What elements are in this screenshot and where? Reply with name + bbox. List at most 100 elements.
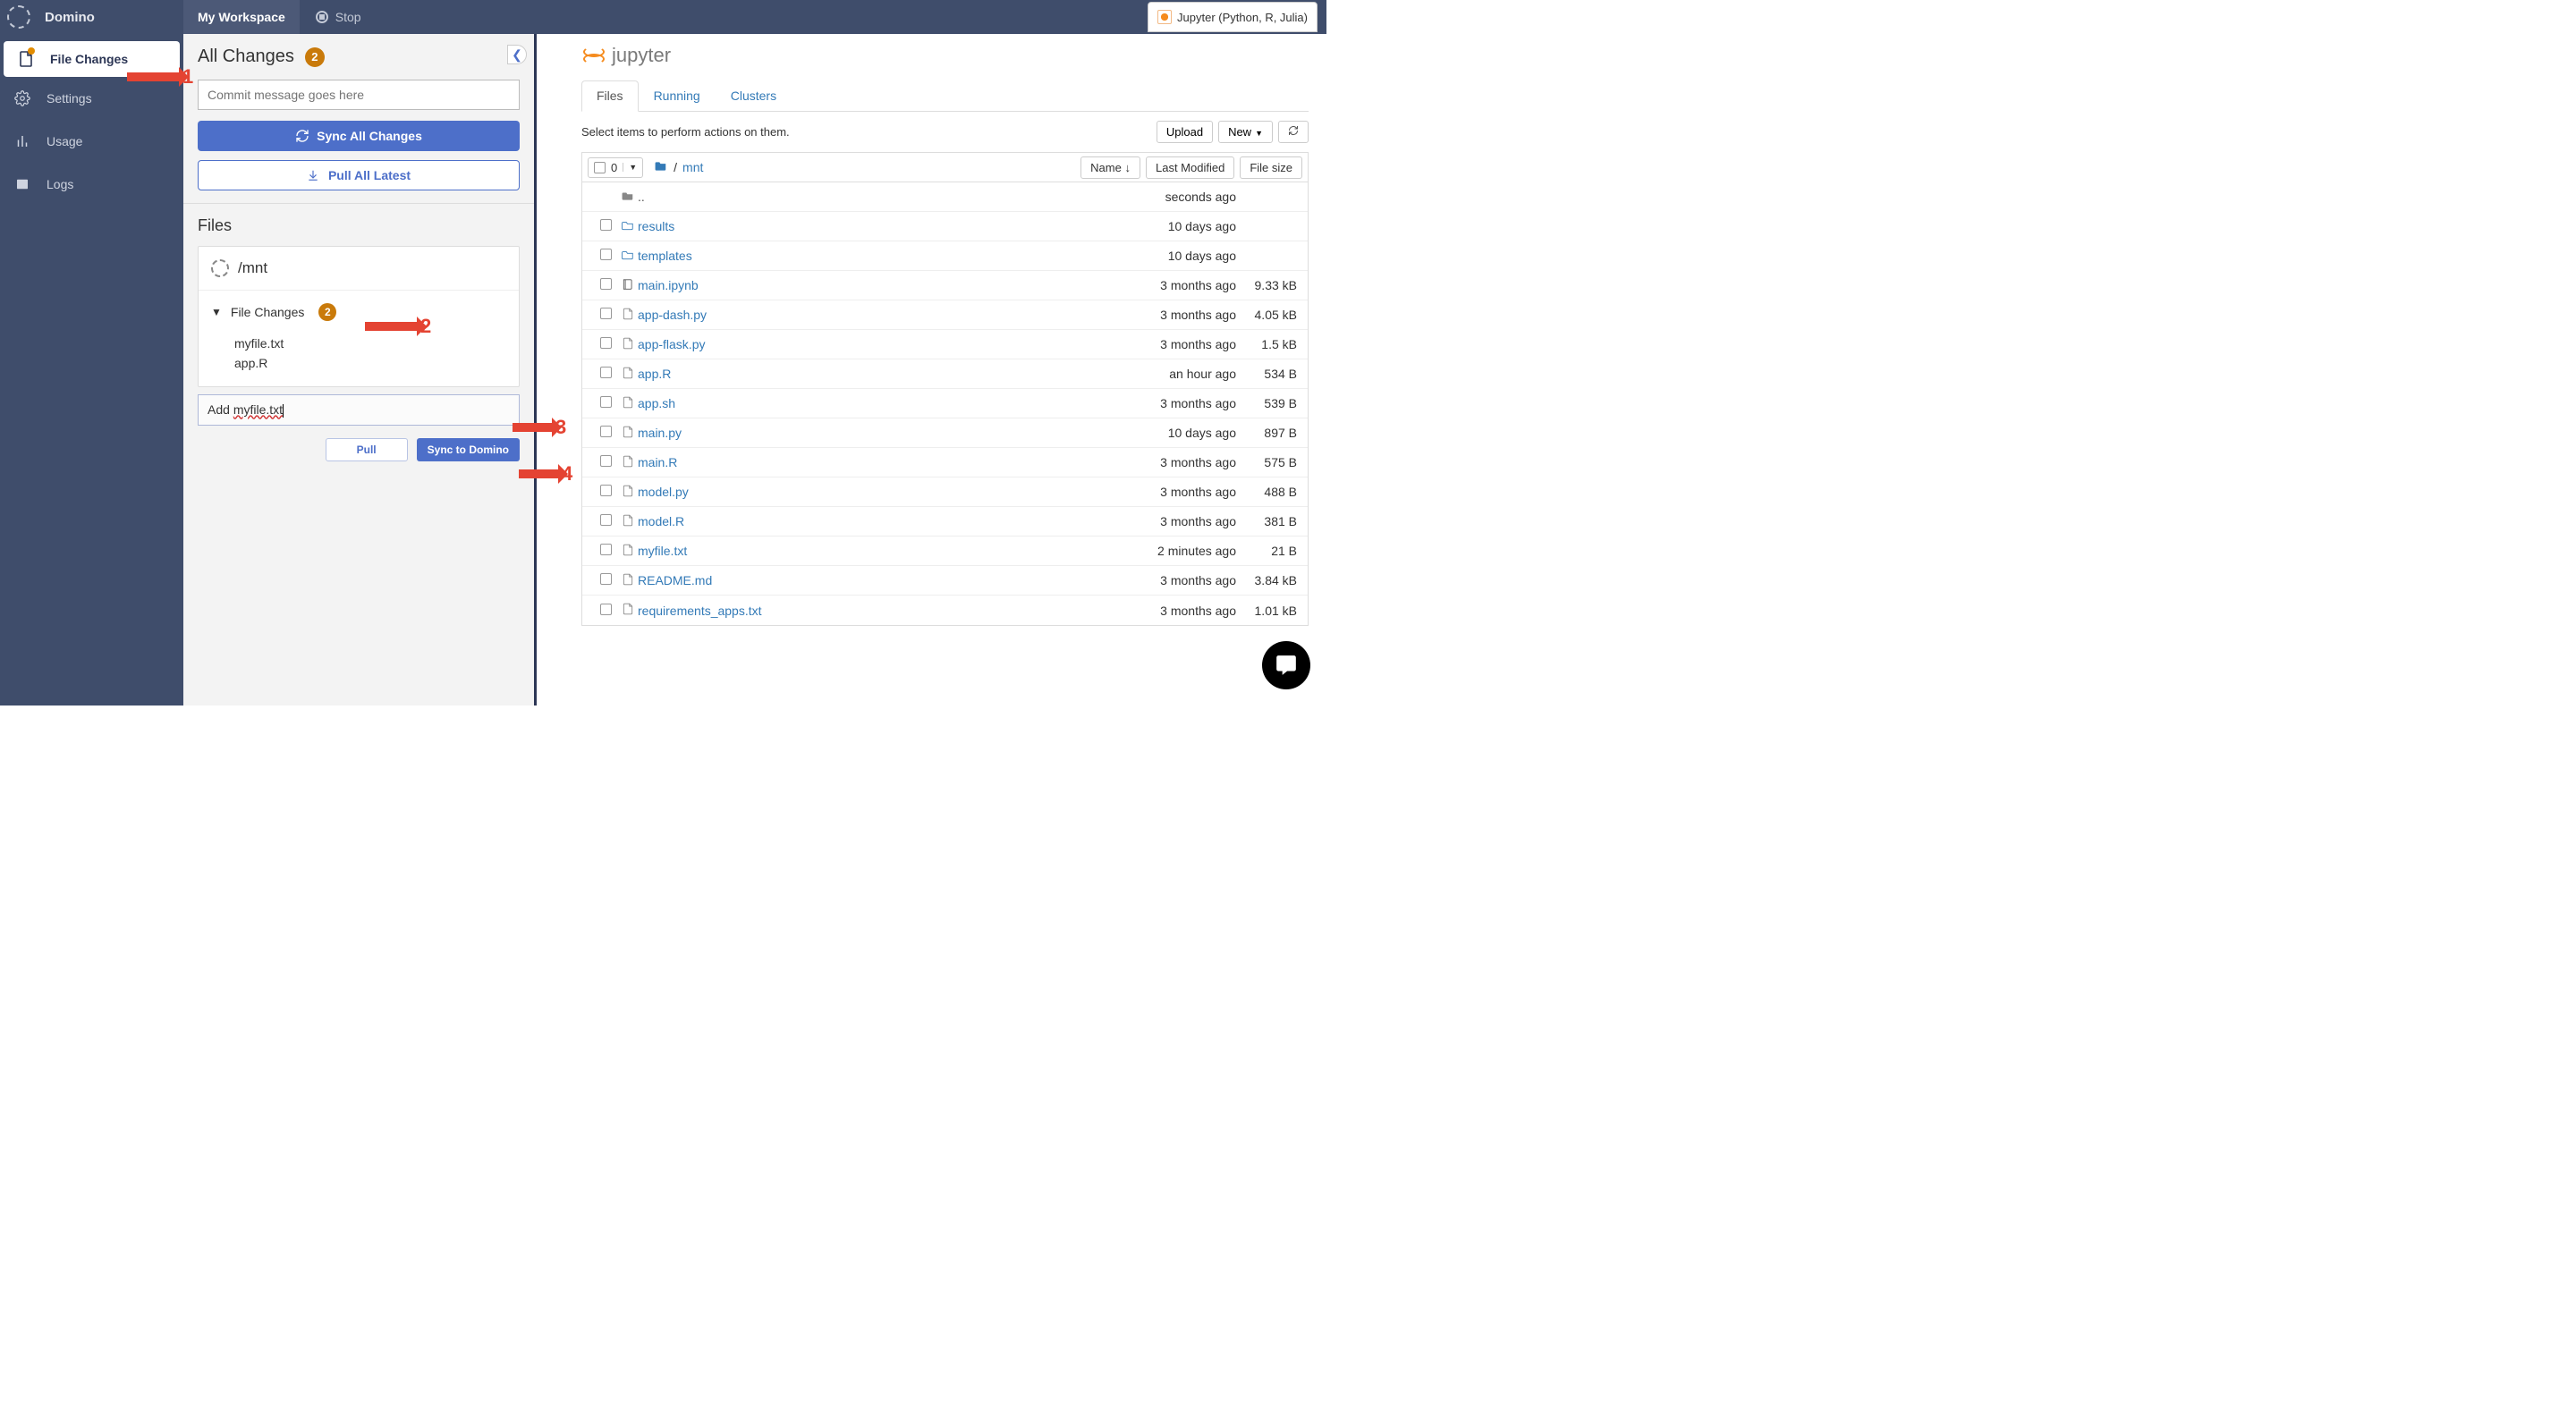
sort-name[interactable]: Name ↓ <box>1080 156 1140 179</box>
stop-button[interactable]: Stop <box>300 0 377 34</box>
file-row[interactable]: app.Ran hour ago534 B <box>582 359 1308 389</box>
sync-icon <box>295 129 309 143</box>
row-checkbox[interactable] <box>600 455 612 467</box>
file-size: 488 B <box>1236 485 1308 499</box>
tab-clusters[interactable]: Clusters <box>716 80 792 111</box>
select-count[interactable]: 0 ▼ <box>588 157 643 178</box>
file-icon <box>618 366 638 383</box>
file-row[interactable]: results10 days ago <box>582 212 1308 241</box>
stop-icon <box>316 11 328 23</box>
file-row[interactable]: app.sh3 months ago539 B <box>582 389 1308 418</box>
row-checkbox[interactable] <box>600 544 612 555</box>
text-cursor-icon <box>283 404 284 418</box>
spinner-icon <box>211 259 229 277</box>
all-changes-badge: 2 <box>305 47 325 67</box>
tab-my-workspace-label: My Workspace <box>198 10 285 24</box>
crumb-mnt[interactable]: mnt <box>682 160 703 174</box>
file-row[interactable]: app-flask.py3 months ago1.5 kB <box>582 330 1308 359</box>
jupyter-logo[interactable]: jupyter <box>581 43 1309 68</box>
file-name[interactable]: .. <box>638 190 1102 204</box>
file-row[interactable]: requirements_apps.txt3 months ago1.01 kB <box>582 596 1308 625</box>
file-icon <box>618 484 638 501</box>
row-checkbox[interactable] <box>600 396 612 408</box>
list-icon <box>14 176 30 192</box>
pull-button[interactable]: Pull <box>326 438 408 461</box>
file-modified: an hour ago <box>1102 367 1236 381</box>
file-name[interactable]: app.sh <box>638 396 1102 410</box>
row-checkbox[interactable] <box>600 573 612 585</box>
row-checkbox[interactable] <box>600 367 612 378</box>
col-file-size: File size <box>1240 156 1302 179</box>
sync-all-changes-button[interactable]: Sync All Changes <box>198 121 520 151</box>
file-name[interactable]: main.py <box>638 426 1102 440</box>
file-name[interactable]: model.py <box>638 485 1102 499</box>
file-icon <box>618 543 638 560</box>
nav-settings[interactable]: Settings <box>0 77 183 120</box>
folder-icon[interactable] <box>654 160 668 175</box>
file-name[interactable]: app-dash.py <box>638 308 1102 322</box>
tab-files[interactable]: Files <box>581 80 639 112</box>
file-modified: 3 months ago <box>1102 573 1236 587</box>
file-row[interactable]: templates10 days ago <box>582 241 1308 271</box>
file-name[interactable]: app-flask.py <box>638 337 1102 351</box>
sort-modified[interactable]: Last Modified <box>1146 156 1234 179</box>
chat-widget-button[interactable] <box>1262 641 1310 689</box>
file-changes-expander[interactable]: ▼ File Changes 2 <box>199 291 519 334</box>
pull-all-label: Pull All Latest <box>328 168 411 182</box>
row-checkbox[interactable] <box>600 426 612 437</box>
row-checkbox[interactable] <box>600 308 612 319</box>
refresh-button[interactable] <box>1278 121 1309 143</box>
kernel-tab[interactable]: Jupyter (Python, R, Julia) <box>1148 2 1318 32</box>
file-modified: 2 minutes ago <box>1102 544 1236 558</box>
select-all-checkbox[interactable] <box>594 162 606 173</box>
row-checkbox[interactable] <box>600 249 612 260</box>
file-row[interactable]: myfile.txt2 minutes ago21 B <box>582 537 1308 566</box>
row-checkbox[interactable] <box>600 485 612 496</box>
file-name[interactable]: model.R <box>638 514 1102 528</box>
file-name[interactable]: results <box>638 219 1102 233</box>
file-name[interactable]: main.ipynb <box>638 278 1102 292</box>
file-name[interactable]: app.R <box>638 367 1102 381</box>
row-checkbox[interactable] <box>600 337 612 349</box>
file-name[interactable]: templates <box>638 249 1102 263</box>
file-size: 3.84 kB <box>1236 573 1308 587</box>
tab-running[interactable]: Running <box>639 80 716 111</box>
file-row[interactable]: main.ipynb3 months ago9.33 kB <box>582 271 1308 300</box>
row-checkbox[interactable] <box>600 219 612 231</box>
file-row[interactable]: ..seconds ago <box>582 182 1308 212</box>
nav-logs[interactable]: Logs <box>0 163 183 206</box>
jupyter-hint: Select items to perform actions on them. <box>581 125 790 139</box>
upload-button[interactable]: Upload <box>1157 121 1213 143</box>
row-checkbox[interactable] <box>600 604 612 615</box>
nav-usage[interactable]: Usage <box>0 120 183 163</box>
file-row[interactable]: app-dash.py3 months ago4.05 kB <box>582 300 1308 330</box>
commit-message-input[interactable] <box>198 80 520 110</box>
file-row[interactable]: main.R3 months ago575 B <box>582 448 1308 477</box>
collapse-panel-button[interactable]: ❮ <box>507 45 527 64</box>
new-dropdown[interactable]: New▼ <box>1218 121 1273 143</box>
folder-up-icon <box>618 190 638 205</box>
select-dropdown-icon[interactable]: ▼ <box>623 163 637 172</box>
file-changes-expander-label: File Changes <box>231 305 305 319</box>
tab-my-workspace[interactable]: My Workspace <box>183 0 300 34</box>
stop-label: Stop <box>335 10 361 24</box>
file-icon <box>618 336 638 353</box>
file-name[interactable]: README.md <box>638 573 1102 587</box>
file-size: 534 B <box>1236 367 1308 381</box>
file-row[interactable]: model.R3 months ago381 B <box>582 507 1308 537</box>
files-header: Files <box>198 216 520 235</box>
mnt-card: /mnt ▼ File Changes 2 myfile.txt app.R <box>198 246 520 387</box>
partial-commit-input[interactable]: Add myfile.txt <box>198 394 520 426</box>
pull-all-latest-button[interactable]: Pull All Latest <box>198 160 520 190</box>
nav-file-changes[interactable]: File Changes <box>4 41 180 77</box>
sync-to-domino-button[interactable]: Sync to Domino <box>417 438 520 461</box>
file-row[interactable]: main.py10 days ago897 B <box>582 418 1308 448</box>
file-name[interactable]: myfile.txt <box>638 544 1102 558</box>
file-name[interactable]: main.R <box>638 455 1102 469</box>
row-checkbox[interactable] <box>600 514 612 526</box>
file-name[interactable]: requirements_apps.txt <box>638 604 1102 618</box>
file-row[interactable]: model.py3 months ago488 B <box>582 477 1308 507</box>
row-checkbox[interactable] <box>600 278 612 290</box>
bar-chart-icon <box>14 133 30 149</box>
file-row[interactable]: README.md3 months ago3.84 kB <box>582 566 1308 596</box>
